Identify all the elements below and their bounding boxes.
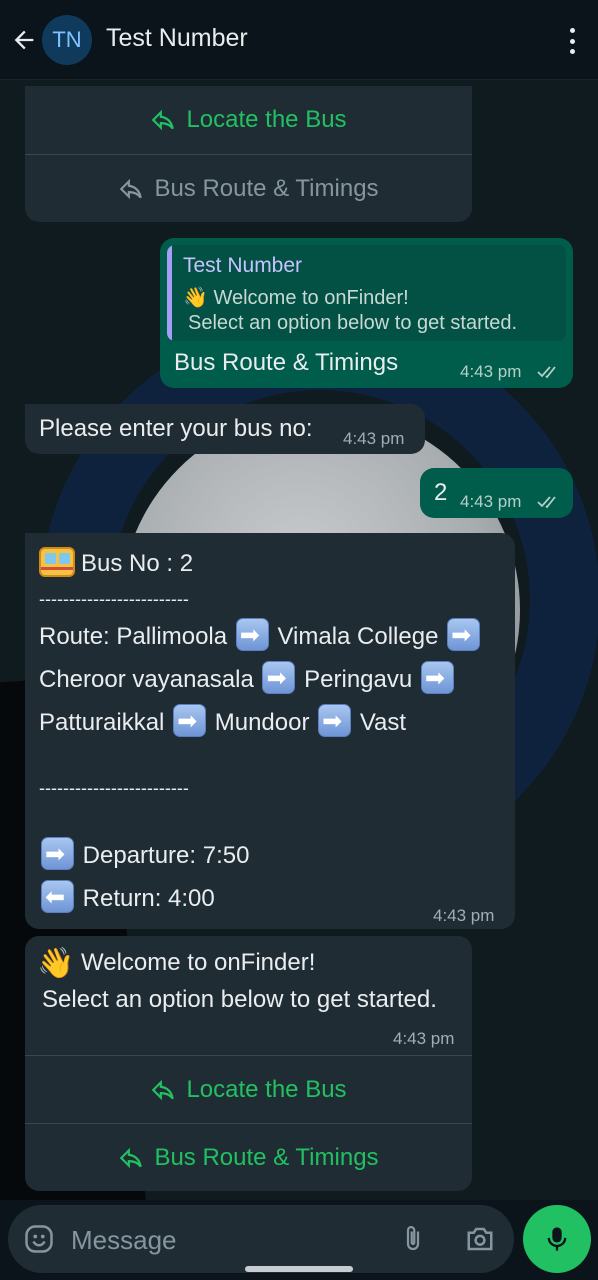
chat-header: TN Test Number bbox=[0, 0, 598, 80]
welcome-menu-card: 👋 Welcome to onFinder! Select an option … bbox=[25, 936, 472, 1191]
message-time: 4:43 pm bbox=[433, 906, 495, 925]
message-time: 4:43 pm bbox=[460, 492, 522, 511]
route-line-3: Patturaikkal Mundoor Vast bbox=[39, 700, 406, 744]
right-arrow-icon bbox=[420, 657, 454, 700]
back-arrow-icon[interactable] bbox=[6, 22, 42, 58]
right-arrow-icon bbox=[41, 833, 74, 876]
menu-card-top: Locate the Bus Bus Route & Timings bbox=[25, 86, 472, 222]
message-time: 4:43 pm bbox=[343, 429, 405, 448]
message-text: 2 bbox=[434, 479, 448, 506]
more-options-icon[interactable] bbox=[560, 24, 584, 58]
camera-icon[interactable] bbox=[464, 1224, 496, 1254]
right-arrow-icon bbox=[447, 614, 481, 657]
locate-bus-label: Locate the Bus bbox=[186, 106, 347, 133]
outgoing-reply-message[interactable]: Test Number 👋 Welcome to onFinder! Selec… bbox=[160, 238, 573, 388]
right-arrow-icon bbox=[262, 657, 296, 700]
message-time: 4:43 pm bbox=[460, 362, 522, 381]
microphone-icon bbox=[547, 1227, 567, 1251]
locate-bus-button[interactable]: Locate the Bus bbox=[25, 1055, 472, 1123]
divider-line: ------------------------- bbox=[39, 778, 189, 798]
left-arrow-icon bbox=[41, 876, 74, 919]
incoming-route-message[interactable]: Bus No : 2 ------------------------- Rou… bbox=[25, 533, 515, 929]
message-composer[interactable]: Message bbox=[8, 1205, 514, 1273]
bus-route-label: Bus Route & Timings bbox=[154, 1143, 379, 1171]
route-line-2: Cheroor vayanasala Peringavu bbox=[39, 657, 456, 701]
route-line-1: Route: Pallimoola Vimala College bbox=[39, 614, 482, 658]
departure-line: Departure: 7:50 bbox=[39, 833, 249, 877]
message-text: Please enter your bus no: bbox=[39, 415, 313, 442]
right-arrow-icon bbox=[173, 700, 207, 743]
right-arrow-icon bbox=[235, 614, 269, 657]
reply-icon bbox=[120, 1147, 143, 1168]
emoji-icon[interactable] bbox=[24, 1224, 54, 1254]
reply-icon bbox=[120, 178, 143, 199]
bus-route-button[interactable]: Bus Route & Timings bbox=[25, 154, 472, 222]
welcome-line2: Select an option below to get started. bbox=[42, 986, 437, 1013]
locate-bus-button[interactable]: Locate the Bus bbox=[25, 86, 472, 154]
chat-title[interactable]: Test Number bbox=[106, 24, 248, 53]
bus-route-label: Bus Route & Timings bbox=[154, 174, 379, 202]
return-line: Return: 4:00 bbox=[39, 876, 215, 920]
message-time: 4:43 pm bbox=[393, 1029, 455, 1048]
avatar[interactable]: TN bbox=[42, 15, 92, 65]
incoming-prompt-message[interactable]: Please enter your bus no: 4:43 pm bbox=[25, 404, 425, 454]
welcome-line1: 👋 Welcome to onFinder! bbox=[37, 947, 316, 980]
reply-icon bbox=[152, 109, 175, 131]
locate-bus-label: Locate the Bus bbox=[186, 1075, 347, 1103]
double-check-icon bbox=[537, 366, 556, 379]
quote-author: Test Number bbox=[183, 254, 303, 277]
waving-hand-icon: 👋 bbox=[37, 947, 75, 980]
gesture-navigation-bar[interactable] bbox=[245, 1266, 353, 1272]
microphone-button[interactable] bbox=[523, 1205, 591, 1273]
reply-icon bbox=[152, 1079, 175, 1100]
attach-icon[interactable] bbox=[398, 1223, 428, 1255]
message-input[interactable]: Message bbox=[71, 1225, 177, 1256]
bus-route-button[interactable]: Bus Route & Timings bbox=[25, 1123, 472, 1191]
outgoing-number-message[interactable]: 2 4:43 pm bbox=[420, 468, 573, 518]
double-check-icon bbox=[537, 496, 556, 509]
quote-line1: 👋 Welcome to onFinder! bbox=[183, 287, 409, 309]
bus-emoji-icon bbox=[39, 547, 75, 577]
quote-line2: Select an option below to get started. bbox=[188, 312, 518, 334]
quoted-message[interactable]: Test Number 👋 Welcome to onFinder! Selec… bbox=[167, 245, 566, 341]
message-text: Bus Route & Timings bbox=[174, 349, 399, 376]
right-arrow-icon bbox=[318, 700, 352, 743]
